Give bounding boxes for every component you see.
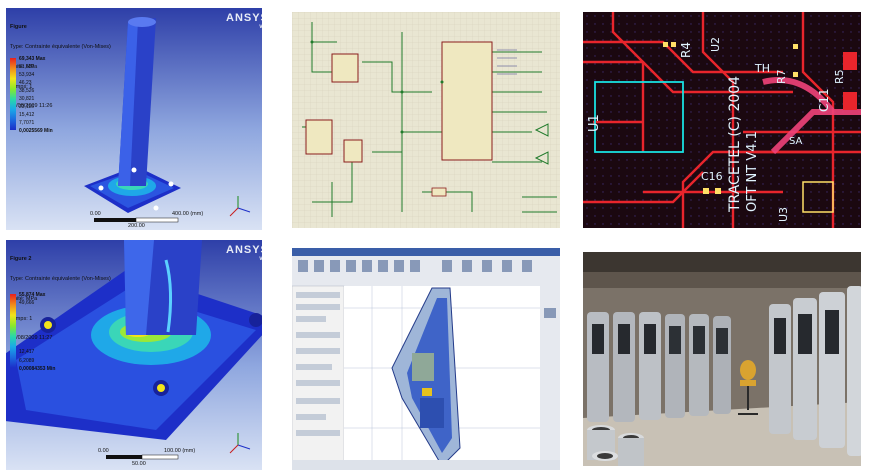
legend-value: 46,23 — [19, 80, 32, 86]
legend-color-bar — [10, 58, 16, 130]
legend-value: 23,116 — [19, 104, 34, 110]
legend-value: 0,0025569 Min — [19, 128, 53, 134]
ansys-logo: ANSYSv11 — [226, 12, 262, 30]
schematic-panel — [292, 12, 560, 228]
schematic-graphic — [292, 12, 560, 228]
fea-title: Figure 2 — [10, 256, 32, 263]
fea-time: Temps: 1 — [10, 315, 33, 322]
fea-type: Type: Contrainte équivalente (Von-Mises) — [10, 43, 111, 50]
pcb-layout-panel: U1 R4 C16 TRACETEL (C) 2004 OFT NT V4.1 … — [583, 12, 861, 228]
fea-result-panel-2: Figure 2 Type: Contrainte équivalente (V… — [6, 240, 262, 470]
scale-left: 0.00 — [98, 448, 109, 454]
legend-value: 15,412 — [19, 112, 35, 118]
pcb-label-th: TH — [755, 62, 770, 75]
legend-color-bar — [10, 294, 16, 368]
legend-value: 55,874 Max — [19, 292, 46, 298]
legend-value: 7,7071 — [19, 120, 35, 126]
pcb-graphic — [583, 12, 861, 228]
scale-right: 100.00 (mm) — [164, 448, 196, 454]
pcb-label-oftnt: OFT NT V4.1 — [745, 131, 760, 212]
legend-value: 53,934 — [19, 72, 35, 78]
scale-right: 400.00 (mm) — [172, 211, 204, 217]
legend-value: 38,526 — [19, 88, 35, 94]
fea-type: Type: Contrainte équivalente (Von-Mises) — [10, 275, 111, 282]
ansys-logo: ANSYSv11 — [226, 244, 262, 262]
pcb-label-sa: SA — [789, 136, 803, 147]
legend-value: 69,343 Max — [19, 56, 46, 62]
legend-value: 49,666 — [19, 300, 35, 307]
scale-left: 0.00 — [90, 211, 101, 217]
pcb-label-r5: R5 — [833, 69, 846, 84]
pcb-label-u1: U1 — [587, 114, 602, 132]
pcb-label-tracetel: TRACETEL (C) 2004 — [727, 75, 743, 212]
fea-title: Figure — [10, 24, 27, 31]
pcb-label-u2: U2 — [709, 36, 722, 52]
legend-value: 61,639 — [19, 64, 35, 70]
scale-mid: 200.00 — [128, 223, 145, 229]
legend-value: 0,00084353 Min — [19, 365, 56, 372]
fea-date: 18/08/2009 11:27 — [10, 335, 53, 342]
legend-value: 12,417 — [19, 349, 35, 356]
cabinet-photo-panel — [583, 252, 861, 466]
cad-software-panel — [292, 248, 560, 470]
legend-value: 6,2089 — [19, 357, 35, 364]
pcb-label-r4: R4 — [679, 42, 693, 58]
scale-mid: 50.00 — [132, 461, 146, 467]
pcb-label-u3: U3 — [777, 206, 790, 222]
cad-window-graphic — [292, 248, 560, 470]
pcb-label-r7: R7 — [775, 69, 788, 84]
legend-value: 30,821 — [19, 96, 35, 102]
pcb-label-c11: C11 — [817, 88, 831, 112]
pcb-label-c16: C16 — [701, 170, 723, 183]
cabinet-photo-graphic — [583, 252, 861, 466]
fea-result-panel-1: Figure Type: Contrainte équivalente (Von… — [6, 8, 262, 230]
